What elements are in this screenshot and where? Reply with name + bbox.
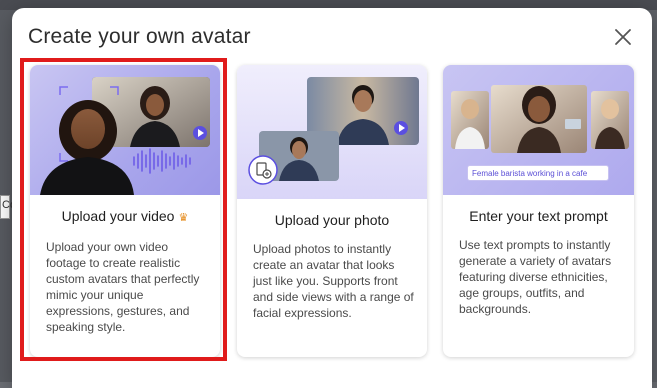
text-prompt-description: Use text prompts to instantly generate a… — [459, 238, 612, 316]
upload-photo-title: Upload your photo — [274, 212, 390, 228]
backdrop-partial-field: Co — [0, 195, 16, 219]
upload-video-preview — [30, 65, 220, 195]
text-prompt-title: Enter your text prompt — [469, 208, 608, 224]
text-prompt-card[interactable]: Female barista working in a cafe Enter y… — [443, 65, 634, 357]
text-prompt-preview: Female barista working in a cafe — [443, 65, 634, 195]
prompt-example-field: Female barista working in a cafe — [467, 165, 609, 181]
dialog-title: Create your own avatar — [28, 25, 251, 48]
crown-icon: ♛ — [178, 212, 189, 224]
upload-video-card[interactable]: Upload your video ♛ Upload your own video… — [30, 65, 220, 357]
video-avatar-illustration — [40, 77, 210, 195]
close-button[interactable] — [612, 26, 634, 48]
create-avatar-dialog: Create your own avatar Upload your video… — [12, 8, 652, 388]
photo-avatar-illustration — [248, 77, 419, 185]
upload-photo-card[interactable]: Upload your photo Upload photos to insta… — [237, 65, 427, 357]
upload-photo-description: Upload photos to instantly create an ava… — [253, 242, 414, 320]
upload-photo-preview — [237, 65, 427, 199]
close-icon[interactable] — [612, 26, 634, 48]
upload-video-title-text: Upload your video — [61, 208, 175, 224]
upload-video-description: Upload your own video footage to create … — [46, 240, 200, 334]
upload-video-title: Upload your video ♛ — [30, 208, 220, 224]
